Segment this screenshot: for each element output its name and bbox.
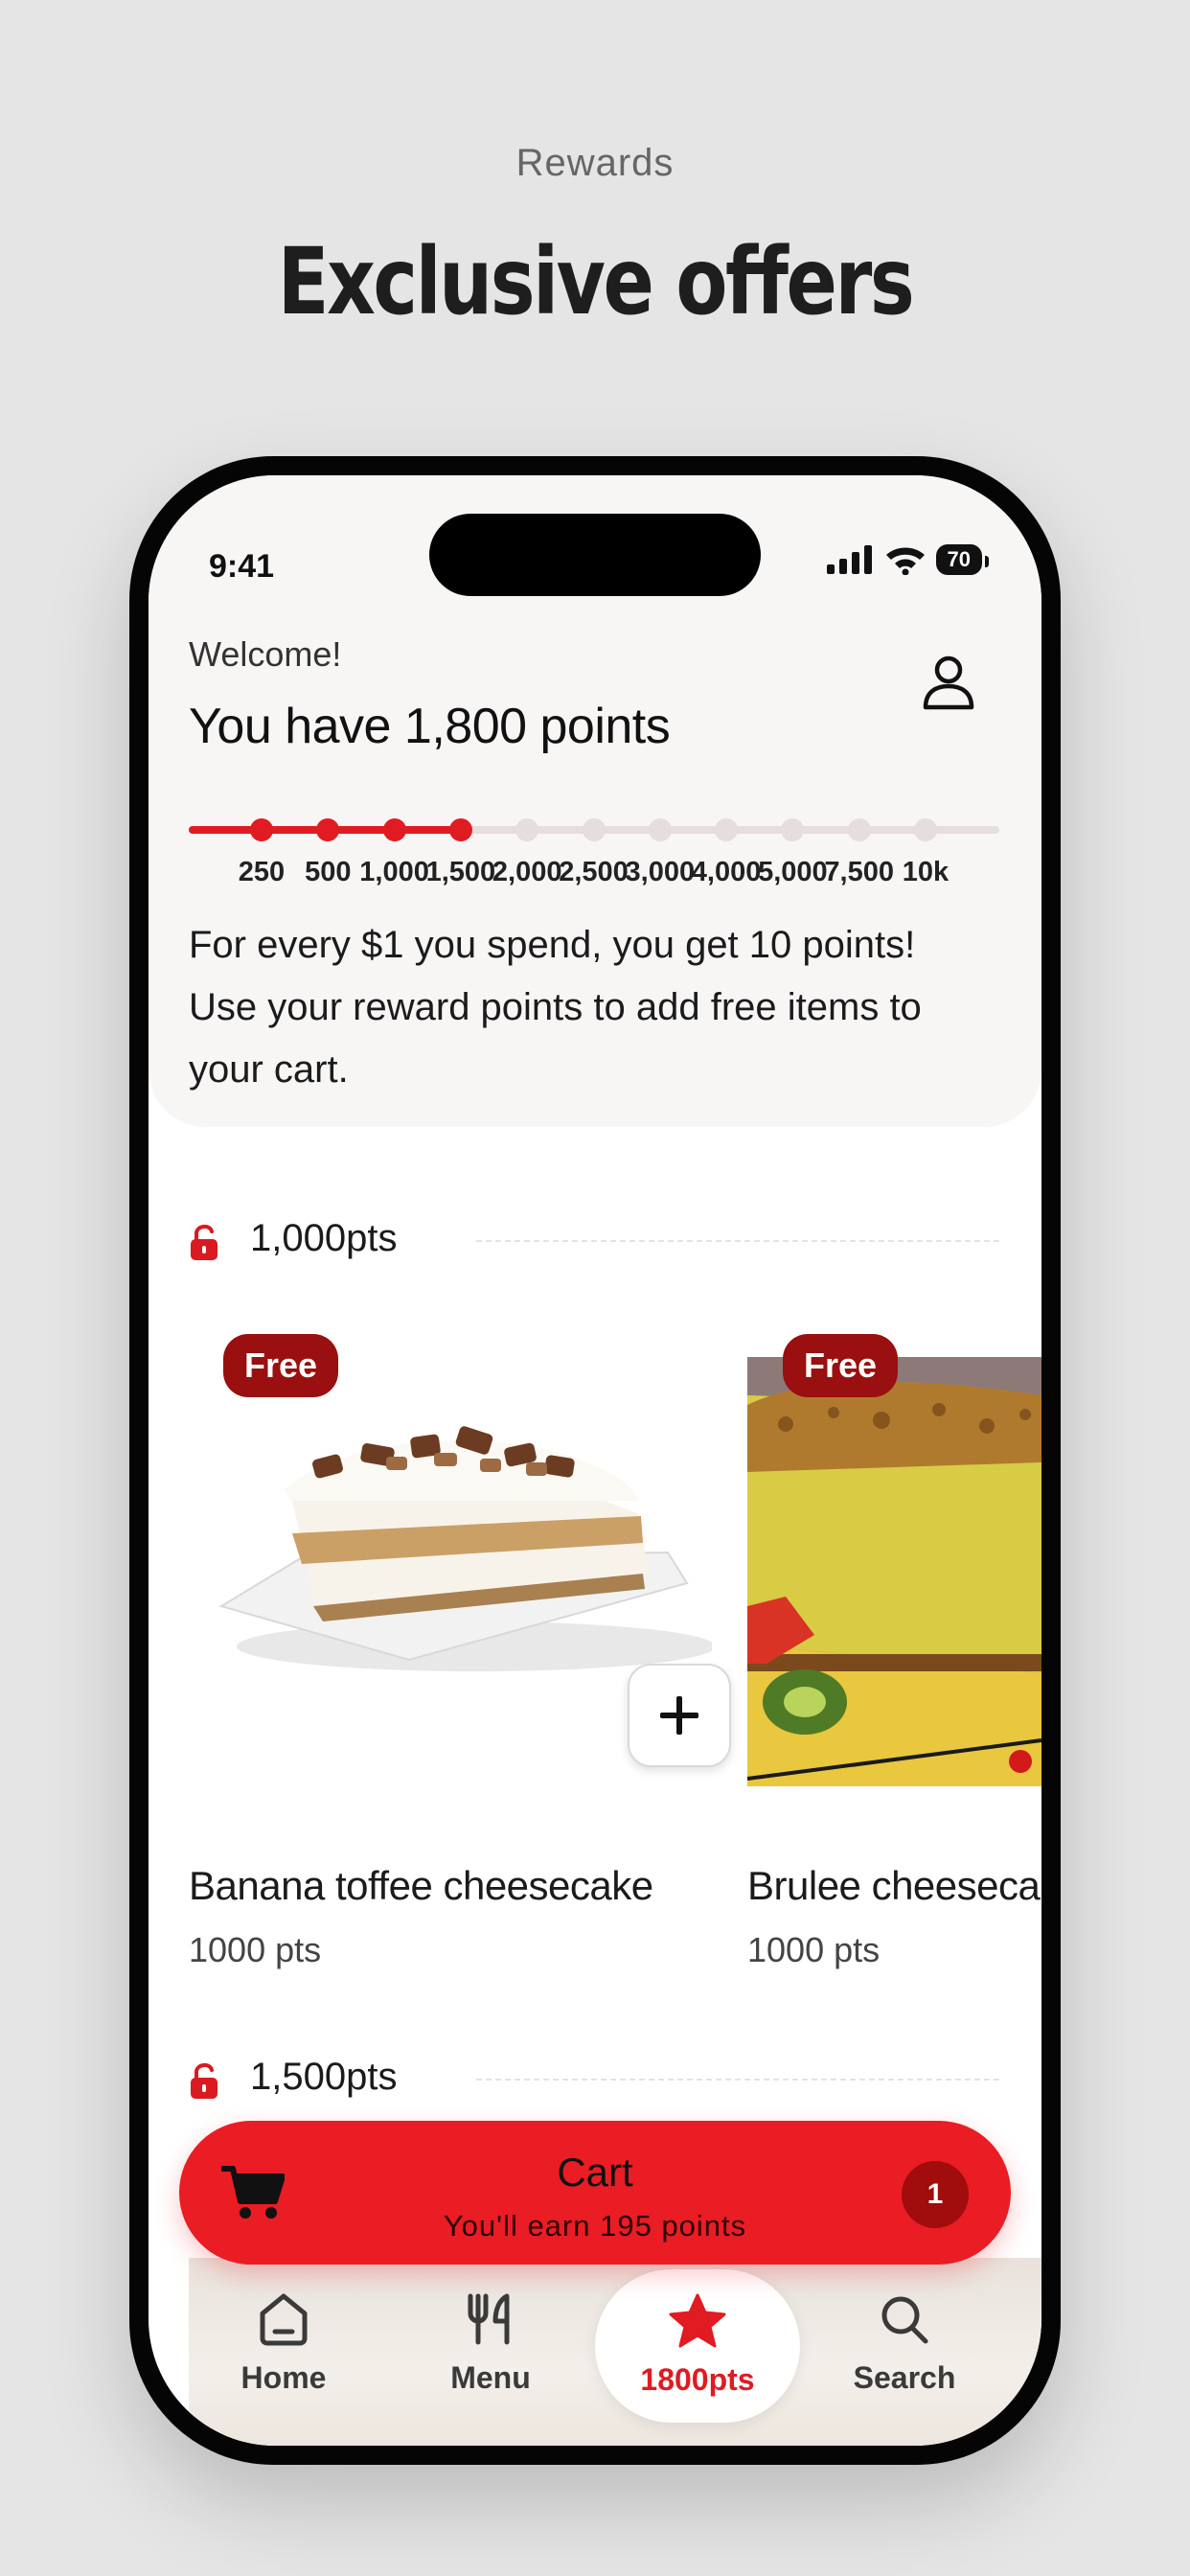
unlocked-lock-icon: [191, 2063, 217, 2099]
progress-tick-label: 1,500: [425, 857, 496, 887]
tier-header: 1,500pts: [189, 2050, 999, 2107]
search-icon: [881, 2296, 928, 2344]
progress-dot: [914, 818, 937, 841]
tier-header: 1,000pts: [189, 1211, 999, 1269]
item-name[interactable]: Brulee cheeseca: [747, 1863, 1041, 1909]
progress-dot: [250, 818, 273, 841]
progress-tick-label: 10k: [902, 857, 950, 887]
nav-label: Menu: [450, 2360, 531, 2395]
progress-tick-label: 500: [305, 857, 352, 887]
tier-label: 1,000pts: [250, 1217, 398, 1259]
tier-divider: [476, 1240, 999, 1242]
home-icon: [260, 2293, 308, 2346]
nav-label: 1800pts: [640, 2362, 755, 2397]
progress-tick-label: 4,000: [691, 857, 762, 887]
cart-title: Cart: [557, 2150, 633, 2195]
brulee-cheesecake-image: [747, 1357, 1041, 1786]
cart-earn-points: You'll earn 195 points: [443, 2209, 747, 2242]
free-badge: Free: [783, 1334, 899, 1397]
item-points: 1000 pts: [747, 1930, 881, 1969]
caption-title: Exclusive offers: [277, 228, 915, 335]
progress-dot: [582, 818, 606, 841]
profile-icon[interactable]: [921, 654, 976, 711]
progress-dot: [648, 818, 672, 841]
progress-dot: [715, 818, 739, 841]
rewards-info-text: For every $1 you spend, you get 10 point…: [189, 924, 922, 1091]
reward-card-image[interactable]: [747, 1357, 1041, 1786]
bottom-nav: Home Menu 1800pts Search: [149, 2258, 1041, 2446]
nav-label: Home: [240, 2360, 327, 2395]
tier-label: 1,500pts: [250, 2056, 398, 2098]
plus-icon: [660, 1696, 698, 1735]
welcome-text: Welcome!: [189, 634, 342, 674]
tier-divider: [476, 2079, 999, 2081]
progress-tick-label: 7,500: [824, 857, 894, 887]
points-balance: You have 1,800 points: [189, 699, 671, 754]
item-name[interactable]: Banana toffee cheesecake: [189, 1863, 653, 1909]
progress-dot: [515, 818, 539, 841]
progress-dot: [448, 818, 472, 841]
app-screen: Welcome! You have 1,800 points 250 500 1,0…: [149, 475, 1041, 2446]
progress-tick-label: 250: [238, 857, 286, 887]
wifi-icon: [885, 547, 925, 575]
nav-home[interactable]: Home: [181, 2269, 386, 2423]
unlocked-lock-icon: [191, 1225, 217, 1260]
star-icon: [669, 2293, 726, 2348]
free-badge: Free: [223, 1334, 339, 1397]
add-to-cart-button[interactable]: [628, 1664, 731, 1767]
progress-tick-label: 3,000: [625, 857, 696, 887]
item-points: 1000 pts: [189, 1930, 322, 1969]
points-progress-bar: [189, 818, 999, 841]
nav-menu[interactable]: Menu: [388, 2269, 593, 2423]
phone-frame: Welcome! You have 1,800 points 250 500 1,0…: [129, 456, 1061, 2465]
status-time: 9:41: [209, 548, 275, 585]
progress-dot: [316, 818, 340, 841]
nav-label: Search: [853, 2360, 956, 2395]
nav-search[interactable]: Search: [802, 2269, 1007, 2423]
dynamic-island: [429, 514, 761, 596]
progress-dot: [382, 818, 406, 841]
cart-count-badge: 1: [902, 2161, 969, 2228]
nav-rewards[interactable]: 1800pts: [595, 2269, 800, 2423]
utensils-icon: [468, 2293, 510, 2345]
caption-eyebrow: Rewards: [515, 142, 675, 184]
progress-tick-label: 1,000: [359, 857, 429, 887]
progress-tick-label: 2,500: [559, 857, 629, 887]
progress-dot: [847, 818, 871, 841]
progress-tick-label: 5,000: [758, 857, 828, 887]
battery-indicator: 70: [935, 544, 990, 575]
progress-tick-label: 2,000: [492, 857, 562, 887]
signal-icon: [826, 545, 872, 574]
progress-dot: [781, 818, 805, 841]
cart-button[interactable]: Cart You'll earn 195 points 1: [179, 2121, 1011, 2265]
status-icons: 70: [826, 544, 990, 575]
